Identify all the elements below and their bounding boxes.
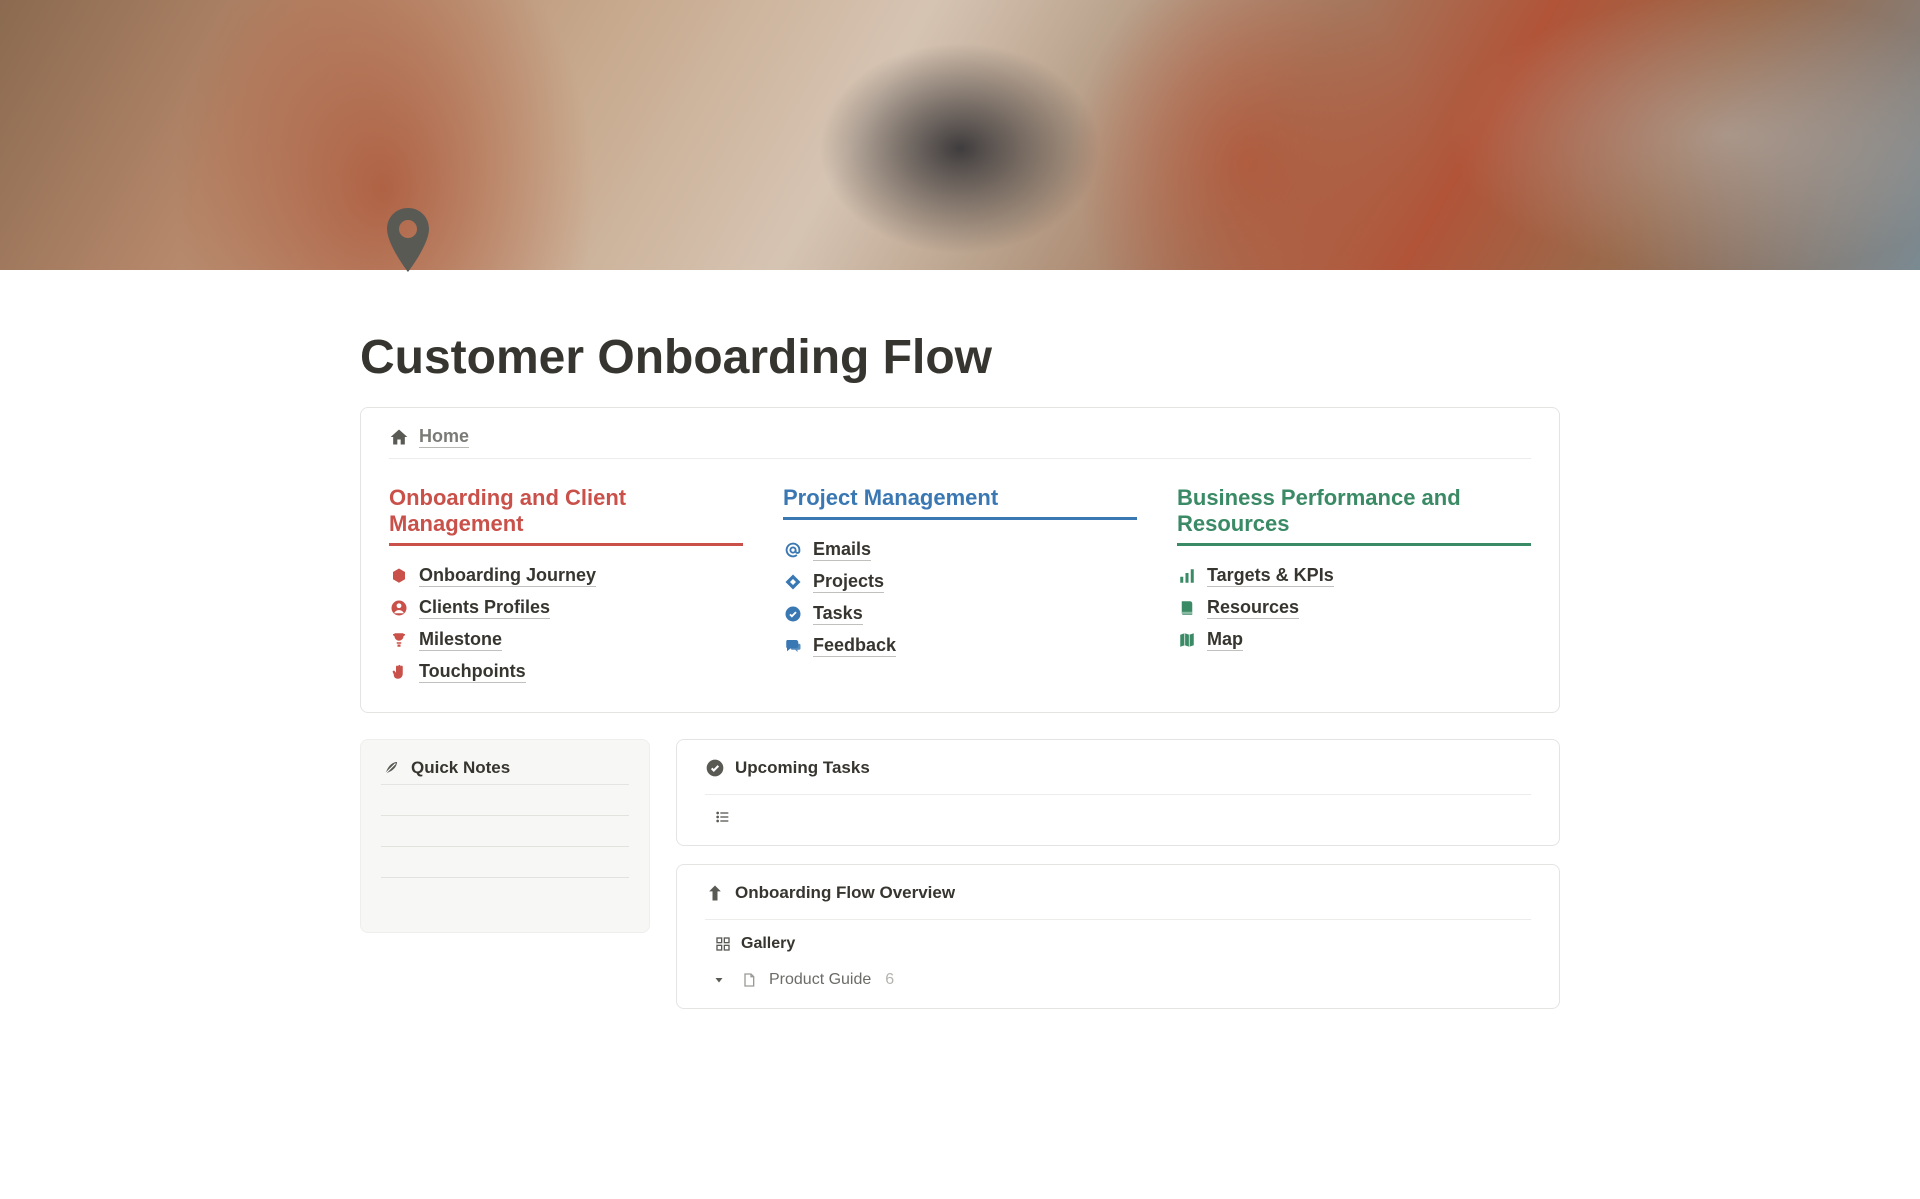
- nav-label: Projects: [813, 571, 884, 593]
- nav-feedback[interactable]: Feedback: [783, 630, 1137, 662]
- quick-notes-header: Quick Notes: [381, 758, 629, 785]
- at-sign-icon: [783, 540, 803, 560]
- nav-tasks[interactable]: Tasks: [783, 598, 1137, 630]
- quick-notes-title: Quick Notes: [411, 758, 510, 778]
- map-icon: [1177, 630, 1197, 650]
- section-title-business: Business Performance and Resources: [1177, 485, 1531, 546]
- triangle-down-icon: [709, 970, 729, 990]
- nav-clients-profiles[interactable]: Clients Profiles: [389, 592, 743, 624]
- navigation-card: Home Onboarding and Client Management On…: [360, 407, 1560, 713]
- home-link-row[interactable]: Home: [389, 426, 1531, 459]
- nav-milestone[interactable]: Milestone: [389, 624, 743, 656]
- feather-icon: [381, 758, 401, 778]
- group-label: Product Guide: [769, 971, 871, 989]
- page-icon: [739, 970, 759, 990]
- section-title-onboarding: Onboarding and Client Management: [389, 485, 743, 546]
- bar-chart-icon: [1177, 566, 1197, 586]
- gallery-view-tab[interactable]: Gallery: [705, 920, 1531, 954]
- section-project: Project Management Emails Projects Tasks…: [783, 485, 1137, 688]
- page-icon-pin: [378, 205, 438, 275]
- note-line[interactable]: [381, 846, 629, 847]
- nav-label: Emails: [813, 539, 871, 561]
- list-view-toggle[interactable]: [705, 795, 1531, 827]
- diamond-icon: [783, 572, 803, 592]
- nav-label: Resources: [1207, 597, 1299, 619]
- nav-label: Onboarding Journey: [419, 565, 596, 587]
- page-title: Customer Onboarding Flow: [360, 270, 1560, 407]
- group-count: 6: [885, 971, 894, 989]
- section-title-project: Project Management: [783, 485, 1137, 520]
- check-circle-solid-icon: [705, 758, 725, 778]
- list-icon: [713, 807, 733, 827]
- home-icon: [389, 427, 409, 447]
- cover-image: [0, 0, 1920, 270]
- group-product-guide[interactable]: Product Guide 6: [705, 954, 1531, 990]
- nav-projects[interactable]: Projects: [783, 566, 1137, 598]
- upcoming-tasks-header: Upcoming Tasks: [705, 758, 1531, 784]
- nav-emails[interactable]: Emails: [783, 534, 1137, 566]
- upcoming-tasks-card: Upcoming Tasks: [676, 739, 1560, 846]
- nav-label: Feedback: [813, 635, 896, 657]
- nav-map[interactable]: Map: [1177, 624, 1531, 656]
- upcoming-tasks-title: Upcoming Tasks: [735, 758, 870, 778]
- nav-label: Targets & KPIs: [1207, 565, 1334, 587]
- gallery-label: Gallery: [741, 935, 795, 953]
- nav-label: Map: [1207, 629, 1243, 651]
- chat-icon: [783, 636, 803, 656]
- nav-touchpoints[interactable]: Touchpoints: [389, 656, 743, 688]
- hexagon-icon: [389, 566, 409, 586]
- note-line[interactable]: [381, 815, 629, 816]
- quick-notes-card: Quick Notes: [360, 739, 650, 933]
- section-business: Business Performance and Resources Targe…: [1177, 485, 1531, 688]
- nav-label: Touchpoints: [419, 661, 526, 683]
- note-line[interactable]: [381, 877, 629, 878]
- section-onboarding: Onboarding and Client Management Onboard…: [389, 485, 743, 688]
- check-circle-icon: [783, 604, 803, 624]
- overview-card: Onboarding Flow Overview Gallery: [676, 864, 1560, 1009]
- overview-title: Onboarding Flow Overview: [735, 883, 955, 903]
- arrow-up-icon: [705, 883, 725, 903]
- user-circle-icon: [389, 598, 409, 618]
- trophy-icon: [389, 630, 409, 650]
- overview-header: Onboarding Flow Overview: [705, 883, 1531, 909]
- nav-label: Tasks: [813, 603, 863, 625]
- nav-onboarding-journey[interactable]: Onboarding Journey: [389, 560, 743, 592]
- nav-targets-kpis[interactable]: Targets & KPIs: [1177, 560, 1531, 592]
- nav-resources[interactable]: Resources: [1177, 592, 1531, 624]
- hand-icon: [389, 662, 409, 682]
- book-icon: [1177, 598, 1197, 618]
- home-link-label: Home: [419, 426, 469, 448]
- nav-label: Clients Profiles: [419, 597, 550, 619]
- nav-label: Milestone: [419, 629, 502, 651]
- gallery-icon: [713, 934, 733, 954]
